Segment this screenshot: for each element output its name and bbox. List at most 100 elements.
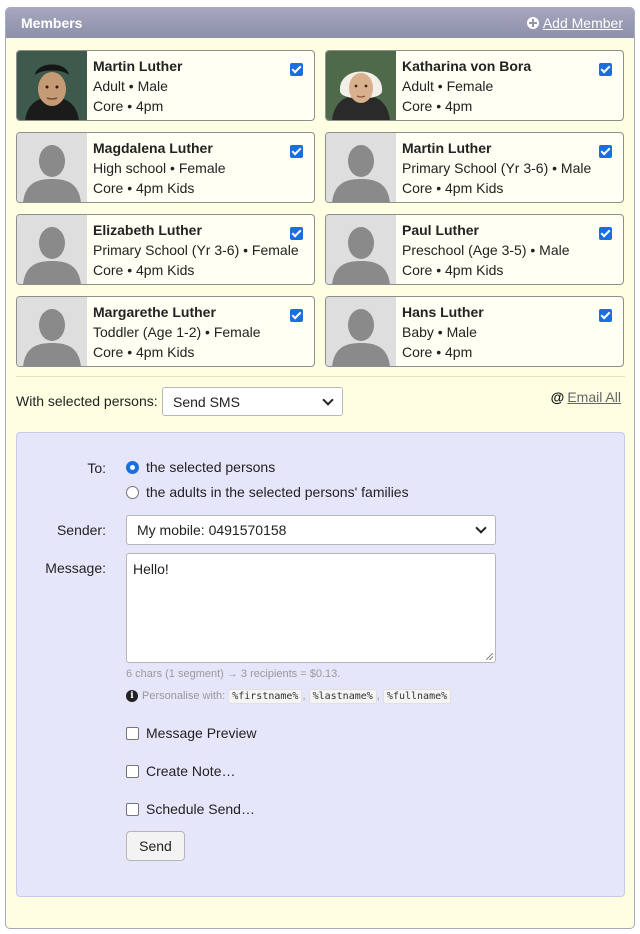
member-groups: Core • 4pm Kids bbox=[93, 344, 195, 360]
bulk-action-label: With selected persons: bbox=[16, 393, 158, 409]
person-silhouette-icon bbox=[17, 133, 87, 202]
avatar bbox=[326, 215, 396, 284]
bulk-action-select[interactable]: Send SMS bbox=[162, 387, 343, 416]
member-groups: Core • 4pm bbox=[402, 344, 473, 360]
email-all-link[interactable]: @ Email All bbox=[551, 389, 621, 405]
person-silhouette-icon bbox=[326, 133, 396, 202]
schedule-send-checkbox[interactable] bbox=[126, 802, 139, 816]
members-panel: Members Add Member Martin Luther Adult •… bbox=[5, 7, 635, 929]
plus-circle-icon bbox=[526, 17, 539, 29]
sender-label: Sender: bbox=[56, 522, 106, 538]
member-groups: Core • 4pm bbox=[93, 98, 164, 114]
sender-select[interactable]: My mobile: 0491570158 bbox=[126, 515, 496, 545]
avatar bbox=[17, 51, 87, 120]
member-grid: Martin Luther Adult • Male Core • 4pm Ka… bbox=[16, 50, 625, 367]
bulk-action-value: Send SMS bbox=[173, 393, 240, 410]
avatar bbox=[17, 297, 87, 366]
member-checkbox[interactable] bbox=[290, 309, 303, 322]
token-firstname: %firstname% bbox=[228, 689, 303, 704]
member-checkbox[interactable] bbox=[599, 227, 612, 240]
message-value: Hello! bbox=[133, 561, 169, 577]
member-card[interactable]: Martin Luther Primary School (Yr 3-6) • … bbox=[325, 132, 624, 203]
to-option-adults-in-families[interactable]: the adults in the selected persons' fami… bbox=[126, 484, 409, 500]
member-details: Preschool (Age 3-5) • Male bbox=[402, 242, 570, 258]
avatar bbox=[17, 215, 87, 284]
member-groups: Core • 4pm Kids bbox=[93, 262, 195, 278]
message-label: Message: bbox=[45, 560, 106, 576]
avatar bbox=[17, 133, 87, 202]
member-name: Martin Luther bbox=[402, 140, 492, 156]
member-groups: Core • 4pm Kids bbox=[93, 180, 195, 196]
chevron-down-icon bbox=[475, 522, 487, 534]
member-details: Primary School (Yr 3-6) • Male bbox=[402, 160, 592, 176]
member-groups: Core • 4pm bbox=[402, 98, 473, 114]
member-details: Adult • Female bbox=[402, 78, 494, 94]
resize-handle-icon[interactable] bbox=[486, 653, 493, 660]
sender-value: My mobile: 0491570158 bbox=[137, 522, 287, 538]
message-preview-checkbox[interactable] bbox=[126, 726, 139, 740]
to-option-selected-persons[interactable]: the selected persons bbox=[126, 459, 275, 475]
member-checkbox[interactable] bbox=[599, 63, 612, 76]
person-silhouette-icon bbox=[326, 215, 396, 284]
member-checkbox[interactable] bbox=[599, 145, 612, 158]
to-option-label: the selected persons bbox=[146, 459, 276, 475]
to-label: To: bbox=[87, 460, 106, 476]
member-name: Martin Luther bbox=[93, 58, 183, 74]
member-checkbox[interactable] bbox=[290, 145, 303, 158]
member-details: High school • Female bbox=[93, 160, 226, 176]
member-details: Toddler (Age 1-2) • Female bbox=[93, 324, 261, 340]
member-checkbox[interactable] bbox=[290, 227, 303, 240]
bulk-action-row: With selected persons: Send SMS @ Email … bbox=[16, 387, 625, 417]
member-name: Katharina von Bora bbox=[402, 58, 532, 74]
sms-form: To: the selected persons the adults in t… bbox=[16, 432, 625, 897]
to-option-label: the adults in the selected persons' fami… bbox=[146, 484, 409, 500]
person-silhouette-icon bbox=[17, 215, 87, 284]
member-name: Elizabeth Luther bbox=[93, 222, 202, 238]
panel-header: Members Add Member bbox=[6, 8, 634, 38]
message-textarea[interactable]: Hello! bbox=[126, 553, 496, 663]
send-button[interactable]: Send bbox=[126, 831, 185, 861]
avatar bbox=[326, 297, 396, 366]
member-name: Paul Luther bbox=[402, 222, 480, 238]
panel-title: Members bbox=[21, 15, 83, 31]
option-label: Message Preview bbox=[146, 725, 257, 741]
member-groups: Core • 4pm Kids bbox=[402, 180, 504, 196]
radio-selected[interactable] bbox=[126, 460, 139, 474]
option-message-preview[interactable]: Message Preview bbox=[126, 725, 257, 741]
add-member-link[interactable]: Add Member bbox=[526, 15, 623, 31]
member-card[interactable]: Margarethe Luther Toddler (Age 1-2) • Fe… bbox=[16, 296, 315, 367]
at-icon: @ bbox=[550, 389, 565, 405]
member-checkbox[interactable] bbox=[290, 63, 303, 76]
info-icon: i bbox=[126, 690, 138, 703]
member-name: Margarethe Luther bbox=[93, 304, 216, 320]
member-checkbox[interactable] bbox=[599, 309, 612, 322]
member-details: Baby • Male bbox=[402, 324, 477, 340]
message-count-hint: 6 chars (1 segment) → 3 recipients = $0.… bbox=[126, 668, 341, 680]
person-silhouette-icon bbox=[326, 297, 396, 366]
member-details: Primary School (Yr 3-6) • Female bbox=[93, 242, 299, 258]
add-member-label: Add Member bbox=[542, 15, 623, 31]
option-schedule-send[interactable]: Schedule Send… bbox=[126, 801, 255, 817]
divider bbox=[16, 376, 625, 377]
person-silhouette-icon bbox=[17, 297, 87, 366]
member-card[interactable]: Paul Luther Preschool (Age 3-5) • Male C… bbox=[325, 214, 624, 285]
personalise-label: Personalise with: bbox=[142, 690, 226, 702]
member-card[interactable]: Katharina von Bora Adult • Female Core •… bbox=[325, 50, 624, 121]
token-fullname: %fullname% bbox=[382, 689, 452, 704]
avatar bbox=[326, 133, 396, 202]
member-card[interactable]: Magdalena Luther High school • Female Co… bbox=[16, 132, 315, 203]
member-card[interactable]: Elizabeth Luther Primary School (Yr 3-6)… bbox=[16, 214, 315, 285]
member-card[interactable]: Hans Luther Baby • Male Core • 4pm bbox=[325, 296, 624, 367]
member-name: Hans Luther bbox=[402, 304, 484, 320]
create-note-checkbox[interactable] bbox=[126, 764, 139, 778]
radio-unselected[interactable] bbox=[126, 485, 139, 499]
member-details: Adult • Male bbox=[93, 78, 168, 94]
email-all-label: Email All bbox=[567, 389, 621, 405]
personalise-hint: i Personalise with: %firstname%, %lastnam… bbox=[126, 689, 452, 704]
member-name: Magdalena Luther bbox=[93, 140, 213, 156]
option-create-note[interactable]: Create Note… bbox=[126, 763, 235, 779]
member-card[interactable]: Martin Luther Adult • Male Core • 4pm bbox=[16, 50, 315, 121]
chevron-down-icon bbox=[322, 393, 334, 406]
option-label: Schedule Send… bbox=[146, 801, 255, 817]
token-lastname: %lastname% bbox=[308, 689, 377, 704]
